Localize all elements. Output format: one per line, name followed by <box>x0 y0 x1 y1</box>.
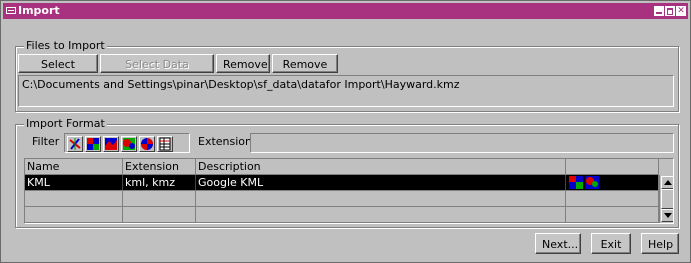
vertical-scrollbar[interactable] <box>659 175 673 223</box>
remove-all-button[interactable]: Remove All <box>272 54 338 88</box>
cell-types <box>566 191 659 206</box>
extension-label: Extension <box>198 135 253 148</box>
surface-filter-icon[interactable] <box>103 136 119 152</box>
column-header-description[interactable]: Description <box>196 159 566 175</box>
scroll-down-button[interactable] <box>661 209 673 222</box>
arrow-down-icon <box>664 213 672 218</box>
file-list[interactable]: C:\Documents and Settings\pinar\Desktop\… <box>18 75 674 107</box>
title-bar[interactable]: Import ✕ <box>3 3 688 19</box>
table-row[interactable] <box>25 207 659 223</box>
cell-extension: kml, kmz <box>123 175 196 190</box>
table-row[interactable] <box>25 191 659 207</box>
select-data-source-button[interactable]: Select Data Source... <box>100 54 214 88</box>
arrow-up-icon <box>664 180 672 185</box>
table-filter-icon[interactable] <box>157 136 173 152</box>
cell-types <box>566 207 659 222</box>
cell-name: KML <box>25 175 123 190</box>
table-row[interactable]: KML kml, kmz Google KML <box>25 175 659 191</box>
elevation-filter-icon[interactable] <box>121 136 137 152</box>
next-button[interactable]: Next... <box>535 233 581 254</box>
window-title: Import <box>18 4 60 17</box>
column-header-type[interactable] <box>566 159 659 175</box>
cell-name <box>25 207 123 222</box>
remove-button[interactable]: Remove <box>216 54 270 73</box>
cell-description <box>196 191 566 206</box>
import-window: Import ✕ Files to Import Select Files...… <box>0 0 691 263</box>
scroll-thumb[interactable] <box>661 189 673 209</box>
import-format-legend: Import Format <box>24 117 107 130</box>
cell-extension <box>123 207 196 222</box>
close-icon[interactable]: ✕ <box>676 6 686 16</box>
minimize-icon[interactable] <box>654 6 664 16</box>
extension-field[interactable] <box>250 133 674 153</box>
files-to-import-legend: Files to Import <box>24 39 107 52</box>
raster-filter-icon[interactable] <box>85 136 101 152</box>
cell-types <box>566 175 659 190</box>
window-menu-icon[interactable] <box>6 7 16 14</box>
multi-filter-icon[interactable] <box>139 136 155 152</box>
maximize-icon[interactable] <box>665 6 675 16</box>
cell-name <box>25 191 123 206</box>
cell-description: Google KML <box>196 175 566 190</box>
cell-extension <box>123 191 196 206</box>
surface-type-icon <box>585 176 599 190</box>
exit-button[interactable]: Exit <box>591 233 631 254</box>
import-format-group: Import Format Filter Extension Name Exte… <box>15 117 679 228</box>
column-header-name[interactable]: Name <box>25 159 123 175</box>
select-files-button[interactable]: Select Files... <box>18 54 98 88</box>
scroll-up-button[interactable] <box>661 176 673 189</box>
cell-description <box>196 207 566 222</box>
filter-toolbar <box>64 133 190 153</box>
column-header-extension[interactable]: Extension <box>123 159 196 175</box>
files-to-import-group: Files to Import Select Files... Select D… <box>15 39 679 112</box>
file-list-item[interactable]: C:\Documents and Settings\pinar\Desktop\… <box>22 78 460 91</box>
raster-type-icon <box>569 176 583 190</box>
vector-filter-icon[interactable] <box>67 136 83 152</box>
filter-label: Filter <box>32 135 60 148</box>
help-button[interactable]: Help <box>641 233 679 254</box>
format-table: Name Extension Description KML kml, kmz … <box>24 158 674 224</box>
